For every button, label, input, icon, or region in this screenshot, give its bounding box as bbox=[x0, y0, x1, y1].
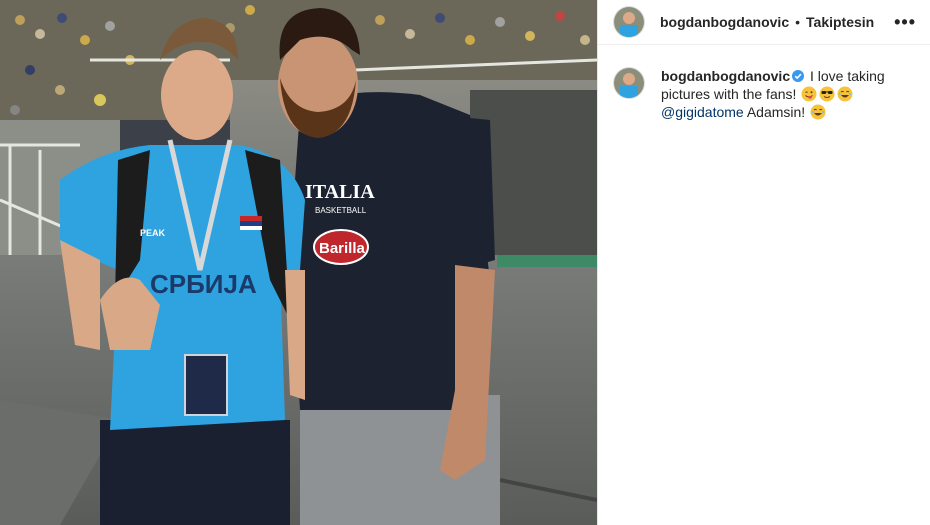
sunglasses-emoji bbox=[819, 86, 835, 102]
caption-text: bogdanbogdanovic I love taking pictures … bbox=[661, 67, 901, 121]
post-header: bogdanbogdanovic • Takiptesin ••• bbox=[598, 0, 930, 45]
verified-badge-icon bbox=[792, 70, 805, 82]
avatar[interactable] bbox=[614, 7, 644, 37]
post-photo[interactable]: ITALIA BASKETBALL Barilla СРБИЈА PEAK bbox=[0, 0, 597, 525]
winking-tongue-emoji bbox=[801, 86, 817, 102]
post-sidebar: bogdanbogdanovic • Takiptesin ••• bogdan… bbox=[597, 0, 930, 525]
laughing-emoji bbox=[837, 86, 853, 102]
caption-body-2: Adamsin! bbox=[743, 104, 810, 120]
avatar-icon bbox=[614, 7, 644, 37]
jersey-text-serbia: СРБИЈА bbox=[150, 269, 257, 299]
caption-comment: bogdanbogdanovic I love taking pictures … bbox=[598, 45, 930, 121]
shirt-text-basketball: BASKETBALL bbox=[315, 206, 367, 215]
caption-avatar[interactable] bbox=[614, 68, 644, 98]
header-separator: • bbox=[795, 14, 801, 30]
shirt-logo-barilla: Barilla bbox=[319, 240, 366, 257]
mention-link[interactable]: @gigidatome bbox=[661, 104, 744, 120]
following-button[interactable]: Takiptesin bbox=[806, 14, 874, 30]
header-username[interactable]: bogdanbogdanovic bbox=[660, 14, 789, 30]
avatar-icon bbox=[614, 68, 644, 98]
laughing-emoji bbox=[810, 104, 826, 120]
instagram-post: ITALIA BASKETBALL Barilla СРБИЈА PEAK bo… bbox=[0, 0, 930, 525]
more-options-icon[interactable]: ••• bbox=[894, 12, 916, 33]
jersey-brand: PEAK bbox=[140, 228, 166, 238]
photo-scene: ITALIA BASKETBALL Barilla СРБИЈА PEAK bbox=[0, 0, 597, 525]
caption-username[interactable]: bogdanbogdanovic bbox=[661, 68, 790, 84]
shirt-text-italia: ITALIA bbox=[305, 181, 375, 203]
